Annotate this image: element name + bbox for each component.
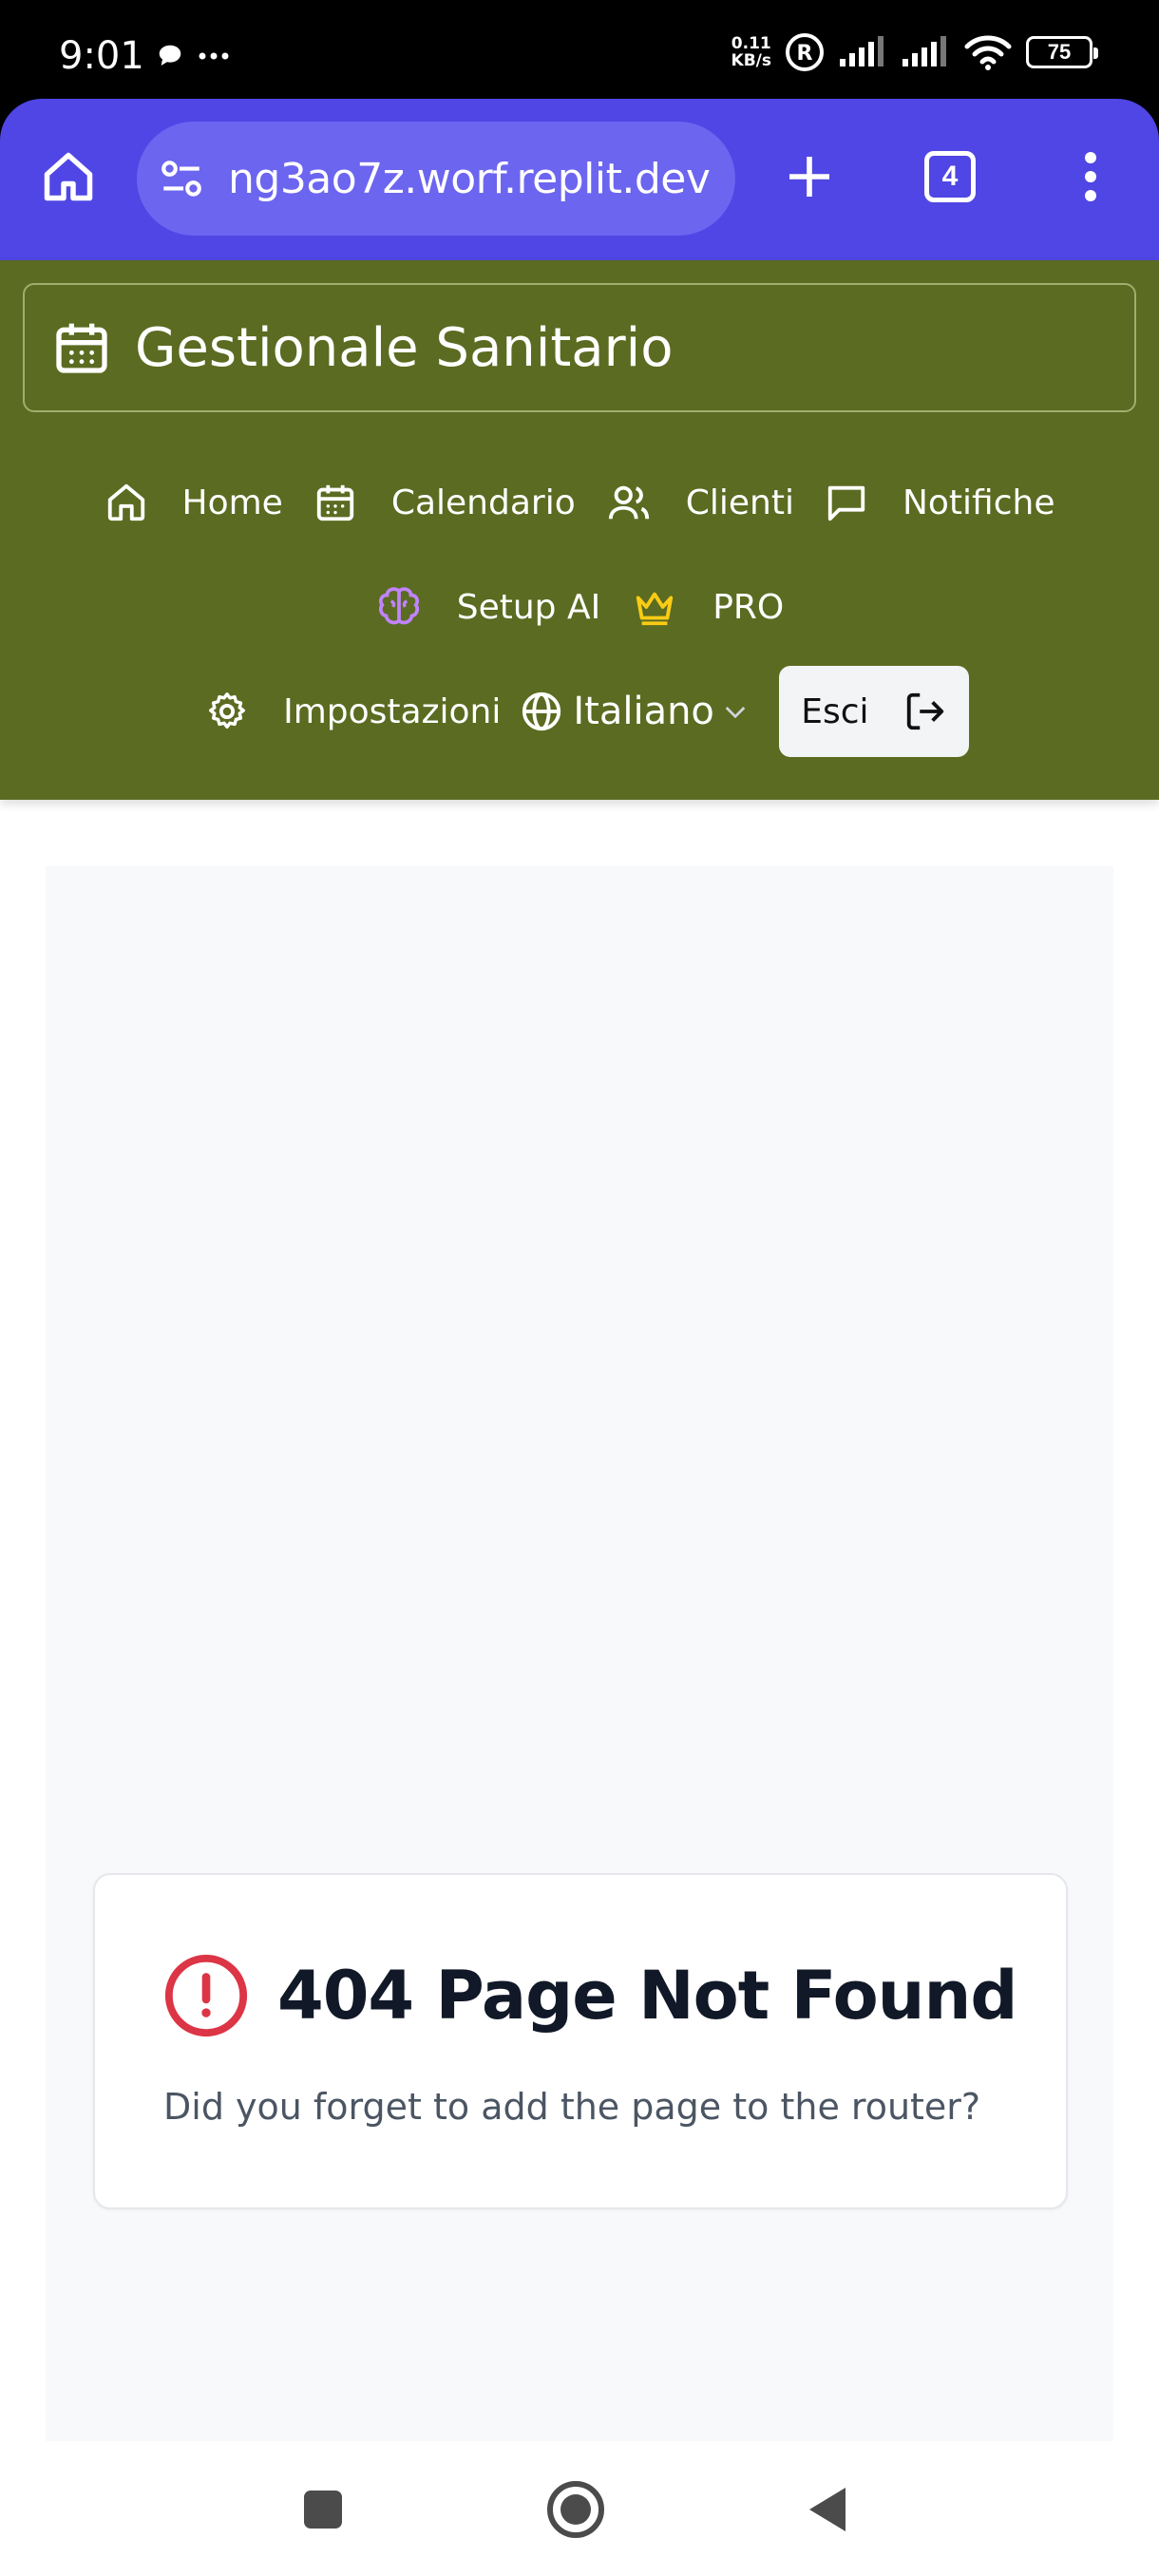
brain-icon xyxy=(378,587,419,625)
more-vertical-icon xyxy=(1085,152,1096,201)
calendar-icon xyxy=(56,323,107,373)
screen: 9:01 0.11 KB/s R 75 ng3ao7z.worf.replit.… xyxy=(0,0,1159,2576)
nav-clients-label: Clienti xyxy=(685,483,794,522)
brand[interactable]: Gestionale Sanitario xyxy=(23,283,1136,412)
nav-calendar[interactable]: Calendario xyxy=(314,481,576,524)
calendar-icon xyxy=(316,484,353,521)
nav-pro[interactable]: PRO xyxy=(631,585,784,629)
signal-2-icon xyxy=(902,36,946,66)
nav-settings[interactable]: Impostazioni xyxy=(205,690,501,733)
nav-setup-ai[interactable]: Setup AI xyxy=(375,583,600,631)
nav-home[interactable]: Home xyxy=(104,481,283,524)
status-notification-icons xyxy=(156,42,230,70)
home-button[interactable] xyxy=(38,146,99,207)
home-icon xyxy=(107,483,144,521)
new-tab-button[interactable] xyxy=(779,146,840,207)
plus-icon xyxy=(789,157,829,197)
battery-level: 75 xyxy=(1047,40,1072,64)
nav-row-1: Home Calendario Clienti Notifiche xyxy=(0,450,1159,555)
site-settings-icon xyxy=(162,161,201,197)
nav-home-label: Home xyxy=(181,483,283,522)
tab-count: 4 xyxy=(924,151,976,202)
nav-settings-label: Impostazioni xyxy=(283,691,502,731)
registered-icon: R xyxy=(786,33,824,71)
svg-text:R: R xyxy=(797,42,813,66)
nav-pro-label: PRO xyxy=(712,587,785,627)
nav-clients[interactable]: Clienti xyxy=(606,481,794,524)
wifi-icon xyxy=(964,35,1012,70)
crown-icon xyxy=(636,592,674,626)
nav-row-3: Impostazioni Italiano Esci xyxy=(0,659,1159,764)
home-icon xyxy=(44,152,93,201)
chevron-down-icon xyxy=(725,707,746,719)
back-button[interactable] xyxy=(806,2485,849,2534)
message-square-icon xyxy=(827,485,865,521)
tab-switcher-button[interactable]: 4 xyxy=(924,151,976,202)
network-speed-unit: KB/s xyxy=(731,51,771,70)
log-out-icon xyxy=(906,692,943,730)
nav-calendar-label: Calendario xyxy=(390,483,576,522)
nav-notifications[interactable]: Notifiche xyxy=(825,481,1055,524)
logout-button[interactable]: Esci xyxy=(778,666,969,757)
system-navigation-bar xyxy=(0,2441,1159,2576)
not-found-card: 404 Page Not Found Did you forget to add… xyxy=(93,1873,1068,2209)
chat-bubble-icon xyxy=(159,45,181,66)
nav-row-2: Setup AI PRO xyxy=(0,555,1159,659)
globe-icon xyxy=(522,691,561,731)
signal-icon xyxy=(840,36,884,66)
app-header: Gestionale Sanitario Home Calendario Cli… xyxy=(0,260,1159,800)
alert-circle-icon xyxy=(164,1954,248,2037)
browser-menu-button[interactable] xyxy=(1068,146,1113,207)
home-nav-button[interactable] xyxy=(545,2479,606,2540)
nav-setup-ai-label: Setup AI xyxy=(456,587,601,627)
network-speed-value: 0.11 xyxy=(731,34,771,53)
battery-icon: 75 xyxy=(1026,36,1098,68)
status-right-icons: 0.11 KB/s R 75 xyxy=(732,32,1098,72)
language-selector[interactable]: Italiano xyxy=(520,690,750,733)
nav-notifications-label: Notifiche xyxy=(902,483,1055,522)
not-found-header: 404 Page Not Found xyxy=(162,1951,1017,2040)
browser-toolbar: ng3ao7z.worf.replit.dev 4 xyxy=(0,99,1159,260)
brand-title: Gestionale Sanitario xyxy=(135,316,674,379)
url-bar[interactable]: ng3ao7z.worf.replit.dev xyxy=(137,122,735,236)
gear-icon xyxy=(209,692,246,729)
status-time: 9:01 xyxy=(59,34,144,78)
main-content: 404 Page Not Found Did you forget to add… xyxy=(46,866,1113,2441)
not-found-description: Did you forget to add the page to the ro… xyxy=(163,2086,981,2128)
not-found-title: 404 Page Not Found xyxy=(277,1957,1017,2035)
users-icon xyxy=(608,485,649,520)
status-bar: 9:01 0.11 KB/s R 75 xyxy=(0,0,1159,99)
logout-label: Esci xyxy=(801,691,869,731)
more-dots-icon xyxy=(199,52,229,60)
url-text: ng3ao7z.worf.replit.dev xyxy=(228,154,711,203)
recents-button[interactable] xyxy=(302,2489,344,2530)
language-label: Italiano xyxy=(573,690,714,733)
network-speed: 0.11 KB/s xyxy=(732,35,771,69)
